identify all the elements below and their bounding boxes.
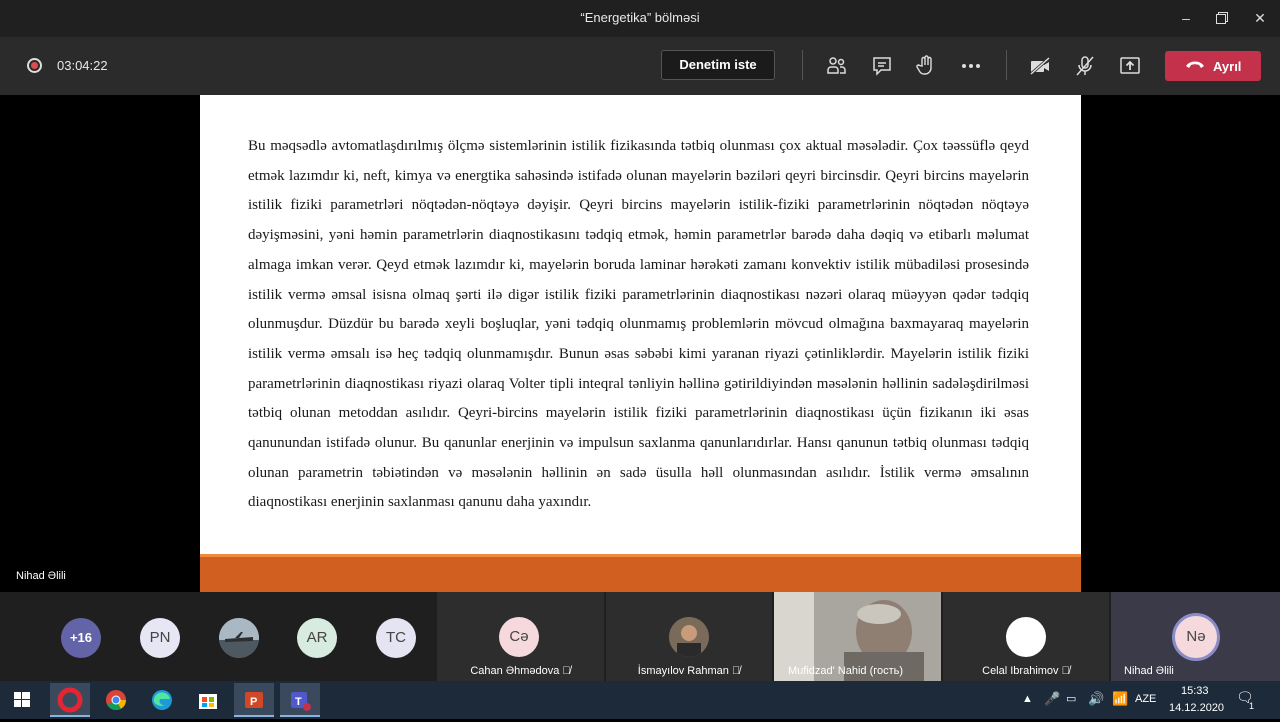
wifi-icon[interactable]: 📶	[1112, 691, 1128, 707]
participant-tile[interactable]: Celal Ibrahimov 🎙̸	[943, 592, 1109, 681]
clock-date[interactable]: 14.12.2020	[1169, 702, 1224, 714]
opera-icon	[57, 687, 83, 713]
hang-up-icon	[1186, 61, 1204, 68]
language-indicator[interactable]: AZE	[1135, 693, 1156, 705]
participant-avatar	[1006, 617, 1046, 657]
windows-taskbar: P T ▲ 🎤 ▭ 🔊 📶 AZE 15:33 14.12.2020 🗨 1	[0, 681, 1280, 719]
powerpoint-app[interactable]: P	[234, 683, 274, 717]
meeting-timer: 03:04:22	[57, 58, 108, 73]
share-screen-icon[interactable]	[1118, 54, 1142, 78]
slide-footer-bar	[200, 554, 1081, 592]
participants-strip: +16 PN AR TC Cə Cahan Əhmədova 🎙̸ İsmayı…	[0, 592, 1280, 681]
clock-time[interactable]: 15:33	[1181, 685, 1209, 697]
participant-avatar-photo	[669, 617, 709, 657]
mic-off-icon[interactable]	[1073, 54, 1097, 78]
powerpoint-icon: P	[245, 692, 263, 708]
slide-body-text: Bu məqsədlə avtomatlaşdırılmış ölçmə sis…	[248, 138, 1029, 511]
participant-avatar-pn[interactable]: PN	[140, 618, 180, 658]
maximize-icon	[1216, 12, 1228, 24]
window-titlebar: “Energetika” bölməsi – ✕	[0, 0, 1280, 37]
chrome-icon	[106, 690, 127, 711]
chrome-app[interactable]	[96, 683, 136, 717]
raise-hand-icon[interactable]	[914, 54, 938, 78]
participant-avatar-ar[interactable]: AR	[297, 618, 337, 658]
more-options-icon[interactable]	[959, 54, 983, 78]
leave-button[interactable]: Ayrıl	[1165, 51, 1261, 81]
leave-label: Ayrıl	[1213, 59, 1242, 74]
start-button[interactable]	[2, 683, 42, 717]
svg-text:T: T	[295, 696, 302, 708]
airplane-photo-icon	[219, 618, 259, 658]
mic-off-icon: 🎙̸	[1061, 665, 1070, 677]
minimize-button[interactable]: –	[1171, 6, 1201, 30]
edge-app[interactable]	[142, 683, 182, 717]
edge-icon	[152, 690, 172, 710]
participant-tile[interactable]: Cə Cahan Əhmədova 🎙̸	[437, 592, 604, 681]
participant-name: Mufidzad' Nahid (гость)	[788, 665, 904, 677]
maximize-button[interactable]	[1207, 6, 1237, 30]
self-avatar: Nə	[1172, 613, 1220, 661]
notification-count: 1	[1249, 701, 1255, 711]
presenter-name: Nihad Əlili	[16, 570, 66, 582]
shared-content-stage: Bu məqsədlə avtomatlaşdırılmış ölçmə sis…	[0, 95, 1280, 592]
camera-off-icon[interactable]	[1028, 54, 1052, 78]
battery-icon[interactable]: ▭	[1066, 692, 1076, 705]
volume-icon[interactable]: 🔊	[1088, 691, 1104, 707]
participant-name: Cahan Əhmədova 🎙̸	[470, 665, 571, 677]
meeting-toolbar: 03:04:22 Denetim iste Ayrıl	[0, 37, 1280, 95]
close-button[interactable]: ✕	[1245, 6, 1275, 30]
svg-text:P: P	[250, 696, 257, 708]
microphone-tray-icon[interactable]: 🎤	[1044, 691, 1060, 707]
request-control-button[interactable]: Denetim iste	[661, 50, 775, 80]
store-icon	[199, 694, 217, 709]
more-participants-button[interactable]: +16	[61, 618, 101, 658]
participant-avatar-tc[interactable]: TC	[376, 618, 416, 658]
participant-name: Celal Ibrahimov 🎙̸	[982, 665, 1070, 677]
self-tile[interactable]: Nə Nihad Əlili	[1111, 592, 1280, 681]
show-hidden-icons[interactable]: ▲	[1022, 693, 1033, 705]
participant-avatar: Cə	[499, 617, 539, 657]
mic-off-icon: 🎙̸	[562, 665, 571, 677]
toolbar-divider	[802, 50, 803, 80]
shared-slide: Bu məqsədlə avtomatlaşdırılmış ölçmə sis…	[200, 95, 1081, 592]
mic-off-icon: 🎙̸	[731, 665, 741, 677]
participant-tile[interactable]: İsmayılov Rahman 🎙̸	[606, 592, 772, 681]
chat-icon[interactable]	[870, 54, 894, 78]
participant-avatar-photo[interactable]	[219, 618, 259, 658]
window-title: “Energetika” bölməsi	[580, 10, 700, 25]
store-app[interactable]	[188, 683, 228, 717]
recording-icon	[27, 58, 42, 73]
toolbar-divider	[1006, 50, 1007, 80]
participant-video-tile[interactable]: Mufidzad' Nahid (гость)	[774, 592, 941, 681]
opera-browser-app[interactable]	[50, 683, 90, 717]
self-name: Nihad Əlili	[1124, 665, 1174, 677]
participants-icon[interactable]	[825, 54, 849, 78]
windows-logo-icon	[14, 692, 30, 707]
teams-app[interactable]: T	[280, 683, 320, 717]
teams-icon: T	[291, 692, 311, 711]
participant-name: İsmayılov Rahman 🎙̸	[637, 665, 741, 677]
